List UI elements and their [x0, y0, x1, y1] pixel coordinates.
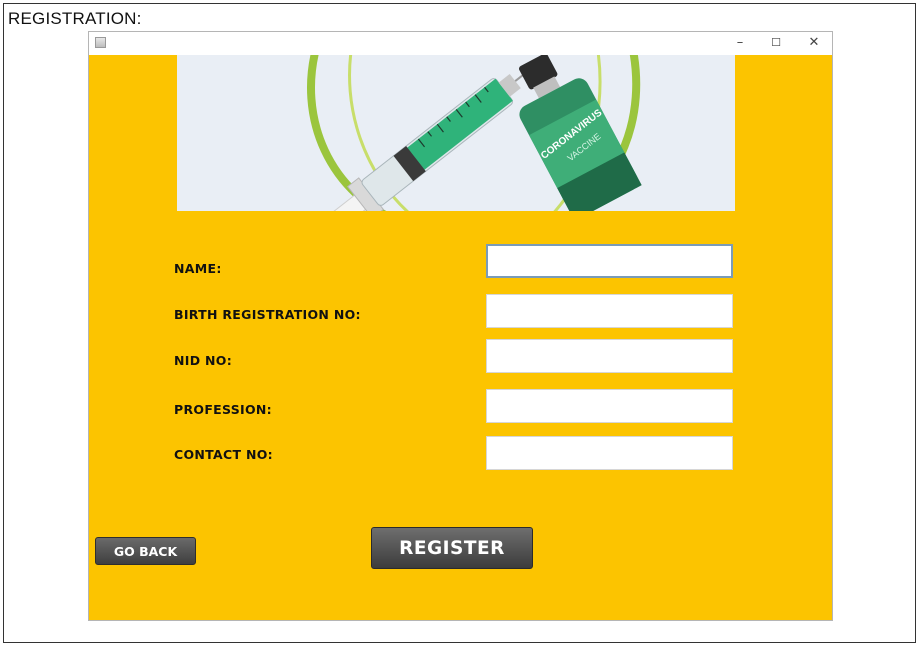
vaccine-banner-image: CORONAVIRUS VACCINE	[177, 55, 735, 211]
name-label: NAME:	[174, 261, 222, 276]
go-back-button[interactable]: GO BACK	[95, 537, 196, 565]
registration-window: – ☐ ✕ CORONAVIRUS VACCINE NAME: BIRTH RE…	[88, 31, 833, 621]
birth-registration-label: BIRTH REGISTRATION NO:	[174, 307, 361, 322]
name-input[interactable]	[486, 244, 733, 278]
register-button[interactable]: REGISTER	[371, 527, 533, 569]
profession-label: PROFESSION:	[174, 402, 272, 417]
maximize-button[interactable]: ☐	[765, 34, 787, 52]
contact-input[interactable]	[486, 436, 733, 470]
contact-label: CONTACT NO:	[174, 447, 273, 462]
window-titlebar: – ☐ ✕	[89, 32, 832, 55]
page-title: REGISTRATION:	[8, 9, 142, 28]
java-app-icon	[95, 37, 106, 48]
birth-registration-input[interactable]	[486, 294, 733, 328]
minimize-button[interactable]: –	[729, 34, 751, 52]
nid-input[interactable]	[486, 339, 733, 373]
close-button[interactable]: ✕	[803, 34, 825, 52]
vaccine-illustration: CORONAVIRUS VACCINE	[286, 55, 642, 211]
nid-label: NID NO:	[174, 353, 233, 368]
profession-input[interactable]	[486, 389, 733, 423]
